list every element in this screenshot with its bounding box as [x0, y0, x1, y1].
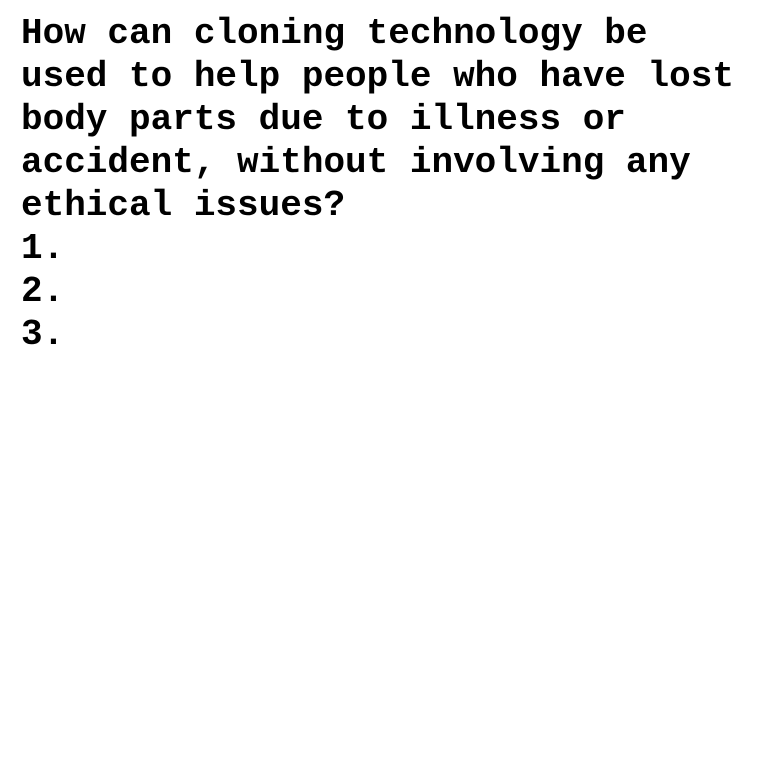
- question-text: How can cloning technology be used to he…: [21, 13, 734, 226]
- document-page: How can cloning technology be used to he…: [21, 12, 751, 356]
- list-item-3: 3.: [21, 314, 65, 355]
- numbered-list: 1. 2. 3.: [21, 227, 751, 356]
- list-item-1: 1.: [21, 228, 65, 269]
- list-item-2: 2.: [21, 271, 65, 312]
